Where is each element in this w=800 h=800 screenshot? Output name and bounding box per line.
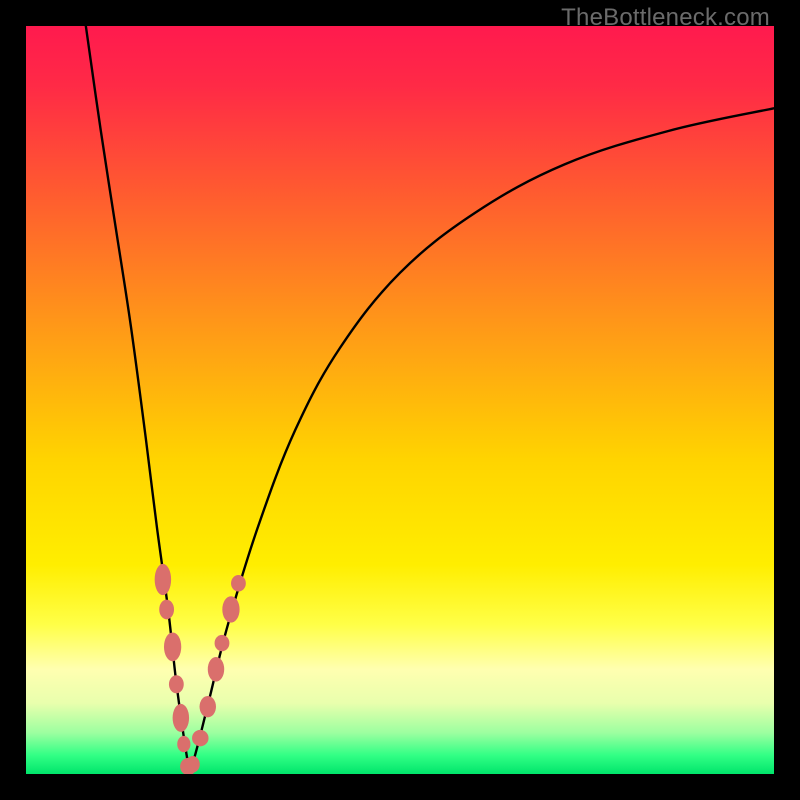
data-point xyxy=(177,736,190,752)
data-point xyxy=(231,575,246,591)
data-point xyxy=(192,730,208,746)
curve-left-branch xyxy=(86,26,190,774)
data-point xyxy=(155,564,171,595)
data-point xyxy=(200,696,216,717)
data-point xyxy=(164,632,181,661)
data-point-markers xyxy=(155,564,246,774)
data-point xyxy=(173,704,189,732)
data-point xyxy=(222,596,239,622)
data-point xyxy=(186,756,200,772)
watermark-text: TheBottleneck.com xyxy=(561,4,770,32)
bottleneck-curve xyxy=(26,26,774,774)
data-point xyxy=(215,635,230,651)
curve-right-branch xyxy=(190,108,774,774)
data-point xyxy=(169,675,184,693)
data-point xyxy=(159,600,174,620)
plot-area xyxy=(26,26,774,774)
data-point xyxy=(208,657,224,682)
chart-frame: TheBottleneck.com xyxy=(0,0,800,800)
